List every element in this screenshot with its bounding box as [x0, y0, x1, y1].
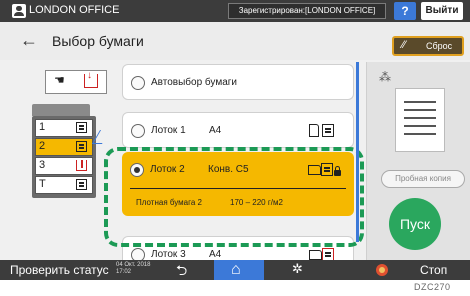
paper-empty-icon: [76, 160, 87, 171]
check-status-button[interactable]: Проверить статус: [10, 263, 109, 277]
bypass-tray-diagram: ☚: [45, 70, 107, 94]
undo-icon[interactable]: ⮌: [176, 260, 187, 280]
paper-stack-icon: [76, 141, 87, 152]
tray-number: 2: [39, 140, 46, 152]
envelope-icon: [308, 165, 321, 175]
radio-button[interactable]: [131, 124, 145, 138]
tray-slot-t: T: [35, 176, 93, 194]
hand-icon: ☚: [54, 73, 65, 87]
tray-number: T: [39, 178, 46, 190]
dots-icon: [379, 68, 391, 80]
user-icon: [12, 4, 26, 18]
tray-slot-1: 1: [35, 119, 93, 137]
item-name: Автовыбор бумаги: [151, 77, 237, 88]
envelope-icon: [309, 250, 322, 260]
reset-label: Сброс: [426, 41, 453, 51]
paper-weight: 170 – 220 г/м2: [230, 198, 283, 207]
scrollbar[interactable]: [356, 62, 359, 242]
paper-list: Автовыбор бумаги Лоток 1 A4 Лоток 2 Конв…: [118, 60, 358, 272]
paper-icon: [309, 124, 319, 137]
date-time: 04 Окт. 2018 17:02: [116, 262, 150, 276]
paper-stack-icon: [322, 124, 334, 137]
page-preview: [395, 88, 445, 152]
tray-slot-3: 3: [35, 157, 93, 175]
radio-button[interactable]: [130, 163, 144, 177]
header: ← Выбор бумаги ⁄⁄ Сброс: [0, 22, 470, 60]
sample-copy-button[interactable]: Пробная копия: [381, 170, 465, 188]
logout-button[interactable]: Выйти: [421, 2, 463, 20]
right-panel: Пробная копия Пуск: [366, 62, 470, 260]
list-item-tray-1[interactable]: Лоток 1 A4: [122, 112, 354, 148]
preview-line: [404, 101, 436, 103]
eraser-icon: ⁄⁄: [402, 39, 406, 51]
user-name: LONDON OFFICE: [29, 4, 120, 16]
item-name: Лоток 1: [151, 125, 186, 136]
tray-number: 3: [39, 159, 46, 171]
item-name: Лоток 3: [151, 249, 186, 260]
paper-stack-icon: [321, 163, 333, 176]
machine-top: [32, 104, 90, 116]
lock-icon: [334, 166, 341, 176]
home-button[interactable]: [214, 260, 264, 280]
back-arrow-icon[interactable]: ←: [20, 31, 38, 49]
start-button[interactable]: Пуск: [389, 198, 441, 250]
figure-code: DZC270: [414, 282, 451, 292]
login-status: Зарегистрирован:[LONDON OFFICE]: [228, 3, 386, 19]
gear-icon[interactable]: ✲: [292, 261, 303, 277]
tray-slot-2: 2: [35, 138, 93, 156]
bottom-bar: Проверить статус 04 Окт. 2018 17:02 ⮌ ✲ …: [0, 260, 470, 280]
item-size: A4: [209, 125, 222, 136]
paper-type: Плотная бумага 2: [136, 198, 202, 207]
item-size: A4: [209, 249, 222, 260]
paper-stack-icon: [76, 122, 87, 133]
radio-button[interactable]: [131, 76, 145, 90]
item-name: Лоток 2: [150, 164, 185, 175]
screen: LONDON OFFICE Зарегистрирован:[LONDON OF…: [0, 0, 470, 280]
machine-diagram: 1 2 3 T: [32, 116, 96, 198]
stop-button[interactable]: Стоп: [420, 263, 447, 277]
help-button[interactable]: ?: [394, 2, 416, 20]
preview-line: [404, 125, 436, 127]
bypass-tray-icon: [84, 70, 98, 88]
time: 17:02: [116, 269, 132, 275]
tray-number: 1: [39, 121, 46, 133]
top-bar: LONDON OFFICE Зарегистрирован:[LONDON OF…: [0, 0, 470, 22]
preview-line: [404, 109, 436, 111]
preview-line: [404, 133, 436, 135]
preview-line: [404, 117, 436, 119]
item-size: Конв. C5: [208, 164, 249, 175]
paper-stack-icon: [76, 179, 87, 190]
list-item-auto[interactable]: Автовыбор бумаги: [122, 64, 354, 100]
reset-button[interactable]: ⁄⁄ Сброс: [392, 36, 464, 56]
date: 04 Окт. 2018: [116, 262, 151, 268]
stop-icon[interactable]: [376, 264, 388, 276]
page-title: Выбор бумаги: [52, 33, 144, 49]
list-item-tray-2[interactable]: Лоток 2 Конв. C5 Плотная бумага 2 170 – …: [122, 152, 354, 216]
divider: [130, 188, 346, 189]
